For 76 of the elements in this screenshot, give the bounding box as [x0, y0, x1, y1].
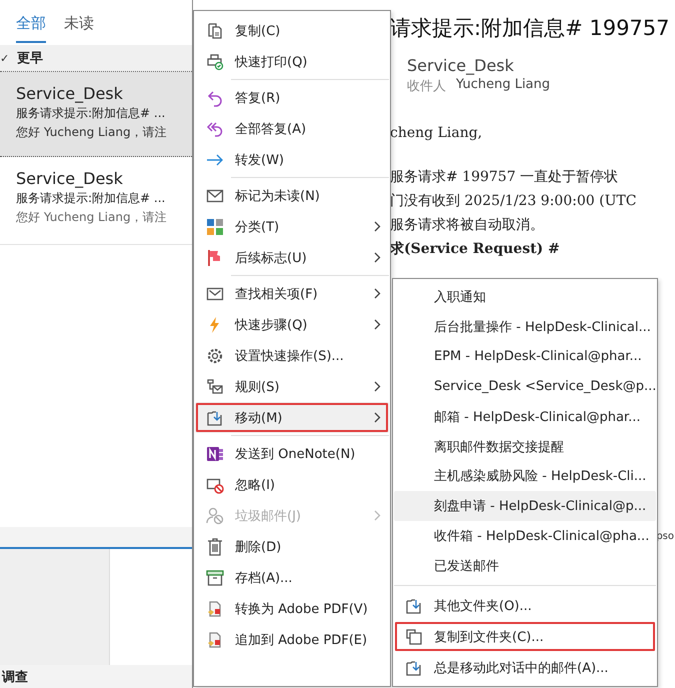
folder-menu-item[interactable]: 后台批量操作 - HelpDesk-Clinical...	[394, 312, 656, 342]
archive-box-icon	[206, 568, 224, 586]
message-subject: 服务请求提示:附加信息# ...	[16, 190, 166, 207]
message-sender: Service_Desk	[16, 84, 124, 103]
menu-item[interactable]: 规则(S)	[195, 371, 389, 402]
menu-item[interactable]: 全部答复(A)	[195, 113, 389, 144]
body-text: 服务请求# 199757 一直处于暂停状	[390, 168, 620, 187]
message-preview: 您好 Yucheng Liang，请注	[16, 124, 168, 141]
copy-icon	[206, 22, 224, 40]
menu-item[interactable]: 查找相关项(F)	[195, 278, 389, 309]
chevron-right-icon	[374, 319, 381, 330]
folder-download-icon	[405, 658, 423, 677]
trash-icon	[206, 538, 224, 556]
menu-item[interactable]: 总是移动此对话中的邮件(A)...	[394, 652, 656, 683]
folder-menu-item[interactable]: Service_Desk <Service_Desk@p...	[394, 372, 656, 402]
notebook-icon	[206, 444, 224, 462]
body-text: cheng Liang,	[390, 124, 484, 143]
folder-download-icon	[206, 408, 224, 426]
reply-icon	[206, 88, 224, 106]
folder-menu-item[interactable]: 收件箱 - HelpDesk-Clinical@pha...	[394, 521, 656, 552]
body-text: 服务请求将被自动取消。	[390, 216, 545, 235]
menu-item[interactable]: 快速步骤(Q)	[195, 309, 389, 340]
color-squares-icon	[206, 218, 224, 236]
menu-item[interactable]: 移动(M)	[195, 402, 389, 433]
chevron-right-icon	[374, 221, 381, 232]
person-blocked-icon	[206, 506, 224, 524]
footer-label: 调查	[2, 668, 28, 686]
menu-item[interactable]: 忽略(I)	[195, 469, 389, 500]
message-title: 请求提示:附加信息# 199757	[390, 15, 671, 42]
folder-menu-item[interactable]: 主机感染威胁风险 - HelpDesk-Cli...	[394, 462, 656, 492]
menu-item[interactable]: 转换为 Adobe PDF(V)	[195, 593, 389, 624]
body-text: 门没有收到 2025/1/23 9:00:00 (UTC	[390, 192, 638, 211]
menu-item[interactable]: 发送到 OneNote(N)	[195, 438, 389, 469]
menu-item[interactable]: 分类(T)	[195, 211, 389, 242]
group-label: 更早	[17, 50, 44, 67]
printer-icon	[206, 52, 224, 70]
folder-menu-item[interactable]: 邮箱 - HelpDesk-Clinical@phar...	[394, 402, 656, 432]
expand-toggle[interactable]: ✓	[0, 52, 10, 64]
menu-item[interactable]: 存档(A)...	[195, 562, 389, 593]
reply-all-icon	[206, 120, 224, 138]
folder-envelope-icon	[206, 378, 224, 396]
copy-folder-icon	[405, 628, 423, 646]
folder-menu-item[interactable]: 已发送邮件	[394, 551, 656, 582]
chevron-right-icon	[374, 510, 381, 521]
chevron-right-icon	[374, 288, 381, 299]
menu-item[interactable]: 转发(W)	[195, 144, 389, 175]
menu-item[interactable]: 复制(C)	[195, 15, 389, 46]
recipient-name: Yucheng Liang	[456, 77, 550, 94]
message-subject: 服务请求提示:附加信息# ...	[16, 105, 166, 122]
menu-item[interactable]: 标记为未读(N)	[195, 180, 389, 211]
menu-item[interactable]: 追加到 Adobe PDF(E)	[195, 624, 389, 655]
sender-name: Service_Desk	[407, 56, 515, 75]
folder-menu-item[interactable]: 刻盘申请 - HelpDesk-Clinical@p...	[394, 491, 656, 522]
menu-item[interactable]: 快速打印(Q)	[195, 46, 389, 77]
filter-tab[interactable]: 未读	[64, 14, 94, 43]
folder-menu-item[interactable]: 入职通知	[394, 282, 656, 312]
chevron-right-icon	[374, 252, 381, 263]
message-item[interactable]: Service_Desk 服务请求提示:附加信息# ... 您好 Yucheng Liang，请注	[0, 72, 192, 157]
menu-item[interactable]: 设置快速操作(S)...	[195, 340, 389, 371]
recipient-label: 收件人	[407, 78, 446, 95]
menu-item[interactable]: 复制到文件夹(C)...	[394, 621, 656, 652]
folder-menu-item[interactable]: 离职邮件数据交接提醒	[394, 432, 656, 462]
group-header[interactable]: ✓ 更早	[0, 45, 192, 72]
folder-menu-item[interactable]: EPM - HelpDesk-Clinical@phar...	[394, 342, 656, 372]
filter-tab[interactable]: 全部	[16, 14, 46, 43]
body-text: 求(Service Request) #	[390, 240, 561, 259]
menu-item[interactable]: 其他文件夹(O)...	[394, 590, 656, 622]
message-sender: Service_Desk	[16, 169, 124, 188]
menu-item[interactable]: 后续标志(U)	[195, 242, 389, 273]
menu-item[interactable]: 答复(R)	[195, 82, 389, 113]
chevron-right-icon	[374, 381, 381, 392]
folder-download-icon	[405, 596, 423, 615]
settings-icon	[206, 346, 224, 364]
chevron-right-icon	[374, 412, 381, 423]
message-preview: 您好 Yucheng Liang，请注	[16, 209, 168, 226]
menu-item[interactable]: 删除(D)	[195, 531, 389, 562]
